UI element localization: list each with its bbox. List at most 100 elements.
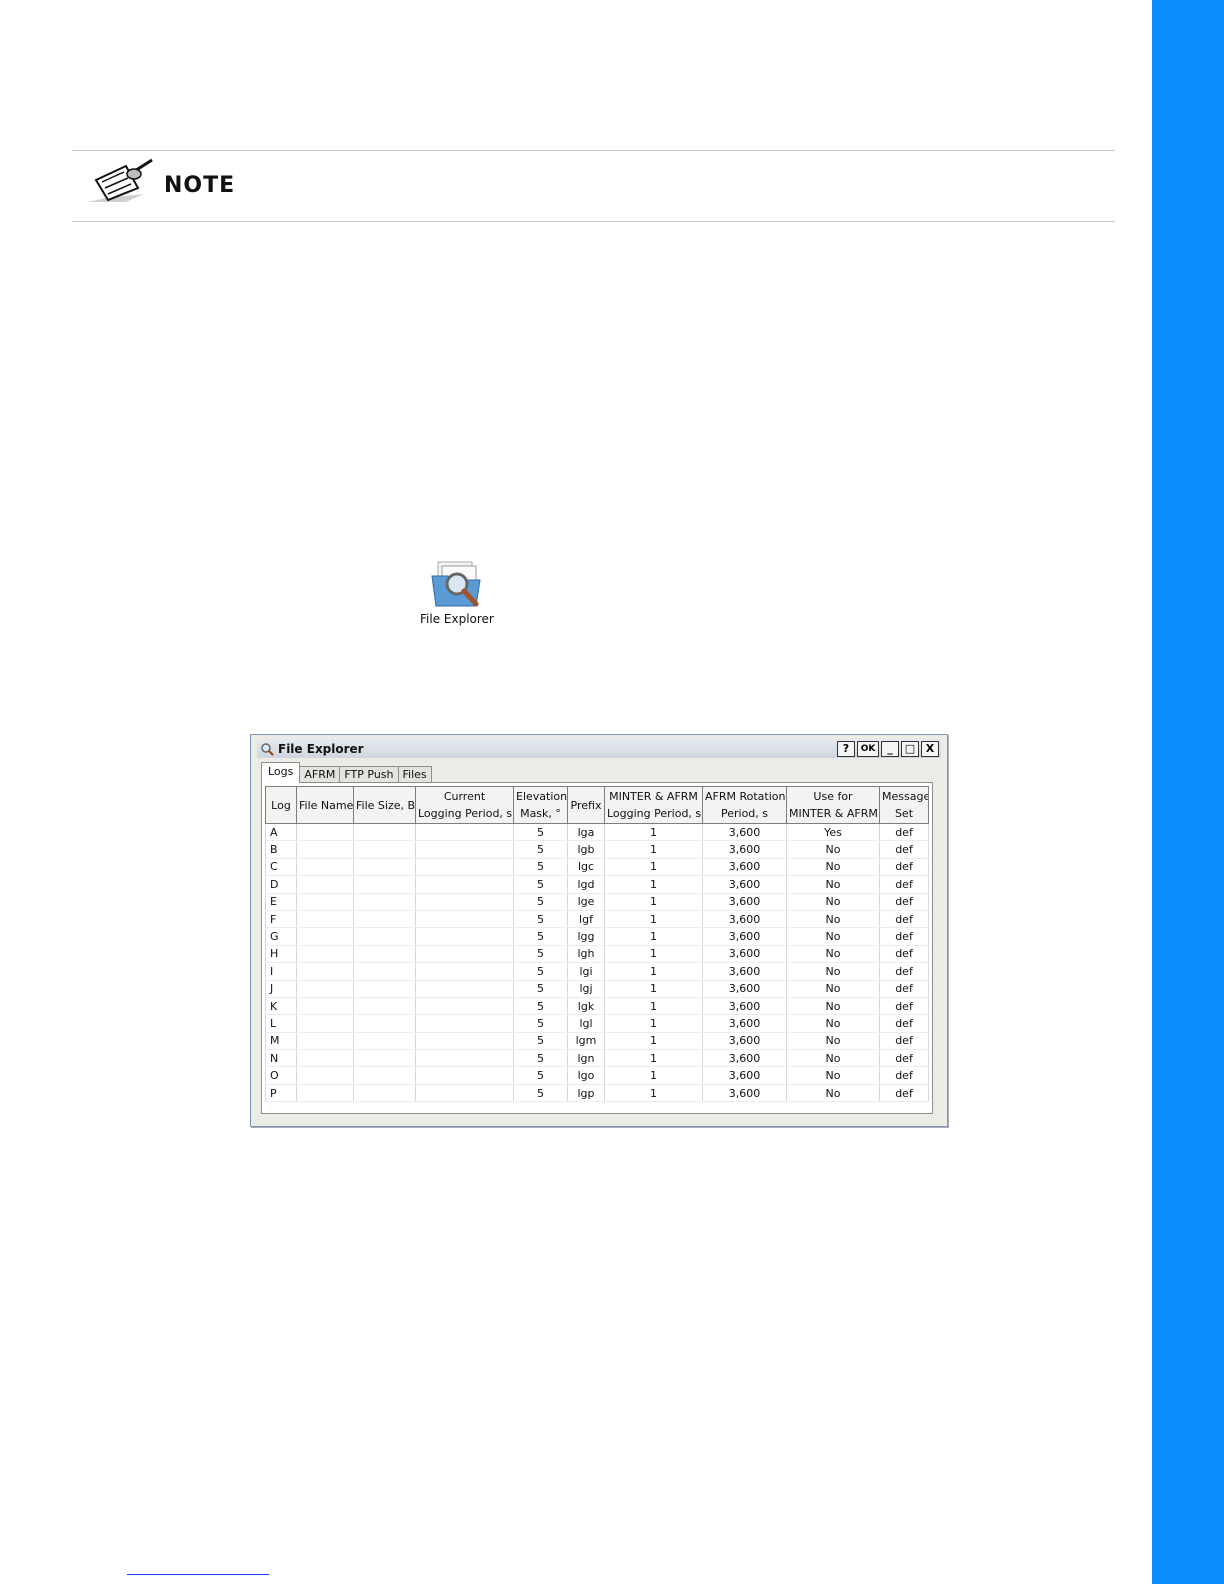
table-cell[interactable]: 1: [604, 1032, 703, 1051]
table-cell[interactable]: lgc: [567, 858, 605, 877]
table-cell[interactable]: No: [786, 840, 880, 859]
table-row[interactable]: E 5 lge 1 3,600 No def: [265, 893, 929, 911]
table-cell[interactable]: def: [879, 945, 929, 964]
table-cell[interactable]: K: [265, 997, 297, 1016]
table-cell[interactable]: [353, 893, 416, 911]
table-cell[interactable]: [353, 823, 416, 842]
table-cell[interactable]: A: [265, 823, 297, 842]
table-cell[interactable]: [353, 1014, 416, 1033]
tab-logs[interactable]: Logs: [261, 762, 301, 783]
table-cell[interactable]: No: [786, 945, 880, 964]
table-cell[interactable]: [296, 893, 354, 911]
ok-button[interactable]: OK: [857, 740, 879, 757]
table-cell[interactable]: def: [879, 927, 929, 946]
table-cell[interactable]: [353, 945, 416, 964]
table-cell[interactable]: F: [265, 910, 297, 929]
column-header[interactable]: Current Logging Period, s: [415, 786, 514, 824]
table-cell[interactable]: 5: [513, 980, 568, 998]
column-header[interactable]: File Name: [296, 786, 354, 824]
table-cell[interactable]: lgi: [567, 962, 605, 981]
table-cell[interactable]: [415, 997, 514, 1016]
table-cell[interactable]: [353, 1032, 416, 1051]
table-cell[interactable]: No: [786, 893, 880, 911]
table-cell[interactable]: def: [879, 1049, 929, 1068]
table-cell[interactable]: 3,600: [702, 1084, 787, 1103]
table-cell[interactable]: [415, 1066, 514, 1085]
table-cell[interactable]: 5: [513, 823, 568, 842]
table-cell[interactable]: 3,600: [702, 875, 787, 894]
table-cell[interactable]: 3,600: [702, 893, 787, 911]
table-cell[interactable]: lgk: [567, 997, 605, 1016]
table-cell[interactable]: No: [786, 858, 880, 877]
table-row[interactable]: F 5 lgf 1 3,600 No def: [265, 910, 929, 929]
table-cell[interactable]: [415, 927, 514, 946]
table-cell[interactable]: 3,600: [702, 1014, 787, 1033]
table-cell[interactable]: 5: [513, 1049, 568, 1068]
table-cell[interactable]: [296, 945, 354, 964]
column-header[interactable]: File Size, B: [353, 786, 416, 824]
column-header[interactable]: Message Set: [879, 786, 929, 824]
table-cell[interactable]: [415, 893, 514, 911]
table-cell[interactable]: def: [879, 823, 929, 842]
table-cell[interactable]: 3,600: [702, 840, 787, 859]
table-cell[interactable]: [353, 910, 416, 929]
table-cell[interactable]: def: [879, 980, 929, 998]
table-cell[interactable]: 5: [513, 1014, 568, 1033]
table-cell[interactable]: lgh: [567, 945, 605, 964]
table-cell[interactable]: 1: [604, 927, 703, 946]
table-cell[interactable]: 5: [513, 1032, 568, 1051]
table-cell[interactable]: 3,600: [702, 858, 787, 877]
table-row[interactable]: B 5 lgb 1 3,600 No def: [265, 840, 929, 859]
table-cell[interactable]: def: [879, 893, 929, 911]
table-cell[interactable]: No: [786, 1032, 880, 1051]
table-cell[interactable]: lgo: [567, 1066, 605, 1085]
table-cell[interactable]: J: [265, 980, 297, 998]
tab-files[interactable]: Files: [397, 766, 432, 783]
table-cell[interactable]: 3,600: [702, 945, 787, 964]
table-cell[interactable]: [353, 962, 416, 981]
table-row[interactable]: K 5 lgk 1 3,600 No def: [265, 997, 929, 1016]
table-cell[interactable]: E: [265, 893, 297, 911]
table-row[interactable]: C 5 lgc 1 3,600 No def: [265, 858, 929, 877]
table-cell[interactable]: [296, 875, 354, 894]
table-cell[interactable]: 1: [604, 893, 703, 911]
table-cell[interactable]: [353, 927, 416, 946]
table-cell[interactable]: 5: [513, 1084, 568, 1103]
table-cell[interactable]: 3,600: [702, 823, 787, 842]
maximize-button[interactable]: □: [901, 740, 919, 757]
table-cell[interactable]: def: [879, 962, 929, 981]
table-row[interactable]: H 5 lgh 1 3,600 No def: [265, 945, 929, 964]
table-cell[interactable]: def: [879, 1032, 929, 1051]
close-button[interactable]: X: [921, 740, 939, 757]
table-cell[interactable]: [353, 840, 416, 859]
table-cell[interactable]: 1: [604, 1084, 703, 1103]
table-cell[interactable]: 3,600: [702, 1049, 787, 1068]
table-cell[interactable]: [296, 962, 354, 981]
table-cell[interactable]: def: [879, 840, 929, 859]
table-cell[interactable]: lge: [567, 893, 605, 911]
table-cell[interactable]: def: [879, 1066, 929, 1085]
table-cell[interactable]: 5: [513, 927, 568, 946]
table-cell[interactable]: [296, 1049, 354, 1068]
table-cell[interactable]: lgf: [567, 910, 605, 929]
table-cell[interactable]: 5: [513, 997, 568, 1016]
table-cell[interactable]: def: [879, 1084, 929, 1103]
table-row[interactable]: J 5 lgj 1 3,600 No def: [265, 980, 929, 998]
table-cell[interactable]: [296, 1084, 354, 1103]
table-row[interactable]: A 5 lga 1 3,600 Yes def: [265, 823, 929, 842]
column-header[interactable]: Prefix: [567, 786, 605, 824]
table-cell[interactable]: [415, 1014, 514, 1033]
table-cell[interactable]: [296, 823, 354, 842]
table-cell[interactable]: [353, 858, 416, 877]
table-cell[interactable]: 1: [604, 823, 703, 842]
table-cell[interactable]: lgg: [567, 927, 605, 946]
table-cell[interactable]: lgm: [567, 1032, 605, 1051]
tab-ftp-push[interactable]: FTP Push: [339, 766, 399, 783]
table-cell[interactable]: [415, 910, 514, 929]
table-cell[interactable]: lgp: [567, 1084, 605, 1103]
table-cell[interactable]: 3,600: [702, 927, 787, 946]
table-cell[interactable]: 5: [513, 945, 568, 964]
table-cell[interactable]: [296, 997, 354, 1016]
table-cell[interactable]: 5: [513, 858, 568, 877]
table-cell[interactable]: 1: [604, 1049, 703, 1068]
